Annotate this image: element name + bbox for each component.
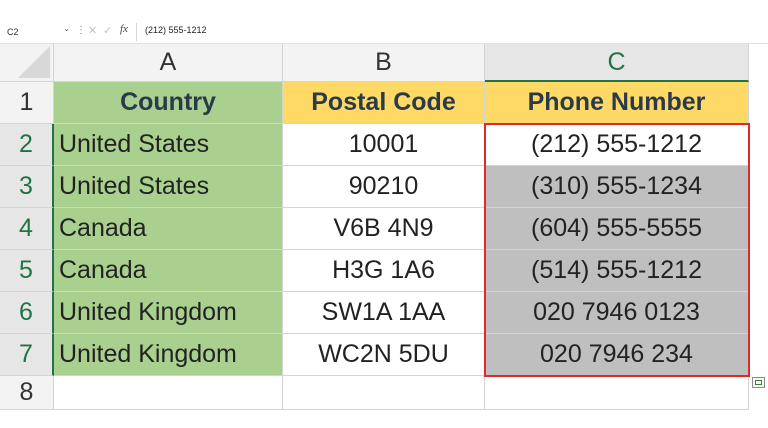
cell-c2-active[interactable]: (212) 555-1212 bbox=[485, 124, 749, 166]
column-header-c[interactable]: C bbox=[485, 44, 749, 82]
cell-b5[interactable]: H3G 1A6 bbox=[283, 250, 485, 292]
cell-c7[interactable]: 020 7946 234 bbox=[485, 334, 749, 376]
row-header-1[interactable]: 1 bbox=[0, 82, 54, 124]
cell-b3[interactable]: 90210 bbox=[283, 166, 485, 208]
formula-input[interactable]: (212) 555-1212 bbox=[145, 25, 207, 35]
cell-a5[interactable]: Canada bbox=[54, 250, 283, 292]
row-header-3[interactable]: 3 bbox=[0, 166, 54, 208]
quick-analysis-icon[interactable] bbox=[752, 377, 765, 388]
cell-a2[interactable]: United States bbox=[54, 124, 283, 166]
cell-a3[interactable]: United States bbox=[54, 166, 283, 208]
formula-bar-divider bbox=[136, 23, 137, 41]
cell-a1-country-header[interactable]: Country bbox=[54, 82, 283, 124]
cell-b6[interactable]: SW1A 1AA bbox=[283, 292, 485, 334]
column-header-b[interactable]: B bbox=[283, 44, 485, 82]
row-header-7[interactable]: 7 bbox=[0, 334, 54, 376]
name-box[interactable]: C2 ⌄ bbox=[4, 24, 70, 39]
cell-c8[interactable] bbox=[485, 376, 749, 410]
chevron-down-icon[interactable]: ⌄ bbox=[63, 24, 70, 33]
enter-icon[interactable]: ✓ bbox=[103, 24, 112, 37]
cell-a7[interactable]: United Kingdom bbox=[54, 334, 283, 376]
cell-a6[interactable]: United Kingdom bbox=[54, 292, 283, 334]
formula-bar: C2 ⌄ ⋮ ✕ ✓ fx (212) 555-1212 bbox=[0, 21, 768, 44]
cancel-icon[interactable]: ✕ bbox=[88, 24, 97, 37]
row-header-8[interactable]: 8 bbox=[0, 376, 54, 410]
more-options-icon[interactable]: ⋮ bbox=[76, 25, 86, 36]
select-all-button[interactable] bbox=[0, 44, 54, 82]
cell-a8[interactable] bbox=[54, 376, 283, 410]
column-header-a[interactable]: A bbox=[54, 44, 283, 82]
name-box-value: C2 bbox=[7, 26, 19, 37]
cell-b1-postal-header[interactable]: Postal Code bbox=[283, 82, 485, 124]
cell-c5[interactable]: (514) 555-1212 bbox=[485, 250, 749, 292]
cell-c1-phone-header[interactable]: Phone Number bbox=[485, 82, 749, 124]
cell-b2[interactable]: 10001 bbox=[283, 124, 485, 166]
cell-b7[interactable]: WC2N 5DU bbox=[283, 334, 485, 376]
row-header-4[interactable]: 4 bbox=[0, 208, 54, 250]
insert-function-icon[interactable]: fx bbox=[120, 23, 128, 35]
cell-c3[interactable]: (310) 555-1234 bbox=[485, 166, 749, 208]
cell-a4[interactable]: Canada bbox=[54, 208, 283, 250]
row-header-2[interactable]: 2 bbox=[0, 124, 54, 166]
row-header-5[interactable]: 5 bbox=[0, 250, 54, 292]
cell-c6[interactable]: 020 7946 0123 bbox=[485, 292, 749, 334]
cell-c4[interactable]: (604) 555-5555 bbox=[485, 208, 749, 250]
row-header-6[interactable]: 6 bbox=[0, 292, 54, 334]
cell-b8[interactable] bbox=[283, 376, 485, 410]
cell-b4[interactable]: V6B 4N9 bbox=[283, 208, 485, 250]
